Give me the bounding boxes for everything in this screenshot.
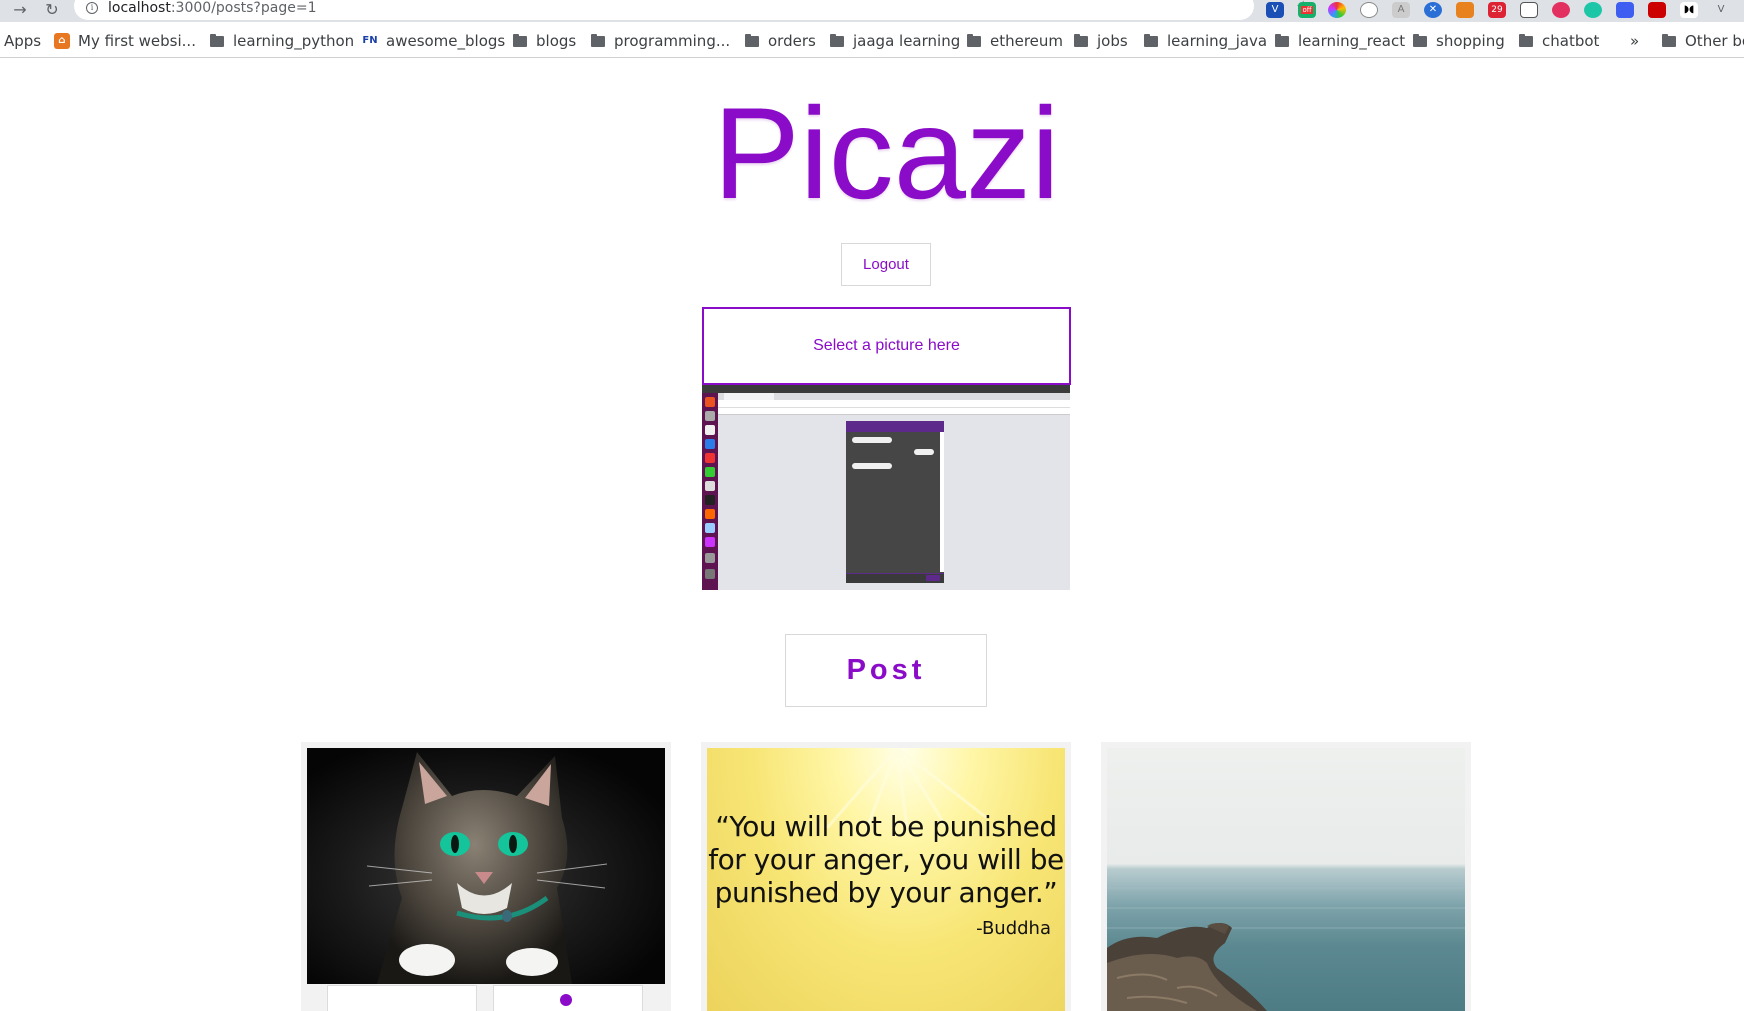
post-image-cat[interactable] — [307, 748, 665, 984]
bracket-extension-icon[interactable] — [1360, 2, 1378, 18]
bookmark-programming[interactable]: programming... — [591, 30, 730, 52]
folder-icon — [1413, 33, 1427, 47]
info-icon[interactable]: i — [86, 2, 98, 14]
incognito-icon[interactable]: ◗◖ — [1680, 2, 1698, 18]
circle-extension-icon[interactable] — [1584, 2, 1602, 18]
reload-icon[interactable]: ↻ — [42, 1, 62, 19]
folder-icon — [1144, 33, 1158, 47]
card-action-button[interactable] — [493, 985, 643, 1011]
folder-icon — [1519, 33, 1533, 47]
folder-icon — [830, 33, 844, 47]
selected-picture-preview — [702, 385, 1070, 590]
cross-extension-icon[interactable]: ✕ — [1424, 2, 1442, 18]
site-icon: ⌂ — [54, 33, 70, 49]
spiral-extension-icon[interactable] — [1552, 2, 1570, 18]
post-card: “You will not be punished for your anger… — [701, 742, 1071, 1011]
app-logo: Picazi — [713, 80, 1060, 226]
extension-v-icon[interactable]: V — [1266, 2, 1284, 18]
bookmark-apps[interactable]: Apps — [4, 30, 41, 52]
bookmark-learning-react[interactable]: learning_react — [1275, 30, 1405, 52]
bookmark-chatbot[interactable]: chatbot — [1519, 30, 1599, 52]
bookmark-my-first-website[interactable]: ⌂ My first websi... — [54, 30, 196, 52]
bookmark-jobs[interactable]: jobs — [1074, 30, 1128, 52]
extension-off-icon[interactable]: off — [1298, 2, 1316, 18]
bookmark-shopping[interactable]: shopping — [1413, 30, 1505, 52]
address-bar[interactable]: i localhost:3000/posts?page=1 ☆ — [74, 0, 1310, 20]
bookmark-other-bookmarks[interactable]: Other bo — [1662, 30, 1744, 52]
red-extension-icon[interactable] — [1648, 2, 1666, 18]
vuejs-extension-icon[interactable]: V — [1712, 2, 1730, 18]
picture-select-button[interactable]: Select a picture here — [702, 307, 1071, 385]
url-text: localhost:3000/posts?page=1 — [108, 0, 317, 16]
quote-author: -Buddha — [976, 918, 1051, 939]
folder-icon — [1074, 33, 1088, 47]
post-card — [1101, 742, 1471, 1011]
post-image-quote[interactable]: “You will not be punished for your anger… — [707, 748, 1065, 1011]
quote-text: “You will not be punished for your anger… — [708, 810, 1064, 909]
folder-icon — [591, 33, 605, 47]
folder-icon — [745, 33, 759, 47]
logout-button[interactable]: Logout — [841, 243, 931, 286]
bookmark-ethereum[interactable]: ethereum — [967, 30, 1063, 52]
browser-toolbar: → ↻ i localhost:3000/posts?page=1 ☆ V of… — [0, 0, 1744, 22]
bookmark-blogs[interactable]: blogs — [513, 30, 576, 52]
color-wheel-icon[interactable] — [1328, 2, 1346, 18]
post-button[interactable]: Post — [785, 634, 987, 707]
folder-icon — [967, 33, 981, 47]
folder-icon — [1275, 33, 1289, 47]
zoom-extension-icon[interactable] — [1616, 2, 1634, 18]
post-card — [301, 742, 671, 1011]
calendar-extension-icon[interactable]: 29 — [1488, 2, 1506, 18]
page-content: Picazi Logout Select a picture here Post… — [0, 58, 1744, 1011]
folder-icon — [210, 33, 224, 47]
bookmark-awesome-blogs[interactable]: FN awesome_blogs — [362, 30, 505, 52]
bookmark-learning-python[interactable]: learning_python — [210, 30, 354, 52]
fn-icon: FN — [362, 35, 378, 46]
bookmarks-bar: Apps ⌂ My first websi... learning_python … — [0, 22, 1744, 58]
folder-icon — [513, 33, 527, 47]
folder-icon — [1662, 33, 1676, 47]
metamask-icon[interactable] — [1456, 2, 1474, 18]
bookmarks-overflow-button[interactable]: » — [1630, 30, 1639, 52]
card-action-button[interactable] — [327, 985, 477, 1011]
avatar-icon — [560, 994, 572, 1006]
grid-extension-icon[interactable] — [1520, 2, 1538, 18]
post-image-sea[interactable] — [1107, 748, 1465, 1011]
forward-icon[interactable]: → — [10, 1, 30, 19]
bookmark-learning-java[interactable]: learning_java — [1144, 30, 1267, 52]
bookmark-jaaga-learning[interactable]: jaaga learning — [830, 30, 960, 52]
text-extension-icon[interactable]: A — [1392, 2, 1410, 18]
bookmark-orders[interactable]: orders — [745, 30, 816, 52]
